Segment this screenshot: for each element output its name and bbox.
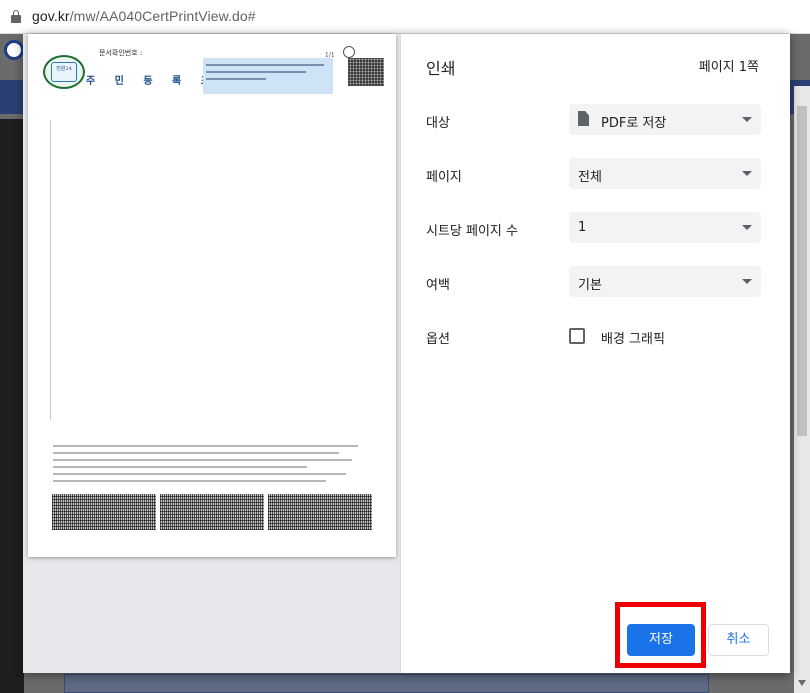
caret-down-icon [742, 171, 752, 176]
globe-icon [343, 46, 355, 58]
background-graphics-label[interactable]: 배경 그래픽 [601, 328, 665, 347]
preview-page: 민원24 문서확인번호 : 주 민 등 록 표 1/1 [28, 34, 396, 557]
doc-notes [53, 445, 371, 487]
barcode-icon [160, 494, 264, 530]
document-icon [578, 111, 589, 126]
qr-code-icon [348, 58, 384, 86]
cancel-button[interactable]: 취소 [708, 624, 769, 656]
left-panel [0, 119, 24, 693]
caret-down-icon [742, 117, 752, 122]
caret-down-icon [742, 279, 752, 284]
print-dialog: 민원24 문서확인번호 : 주 민 등 록 표 1/1 인쇄 페이지 1쪽 대상… [23, 34, 790, 673]
page-scrollbar[interactable] [794, 86, 810, 693]
dialog-title: 인쇄 [426, 59, 456, 78]
margins-label: 여백 [426, 278, 450, 293]
destination-label: 대상 [426, 116, 450, 131]
scrollbar-thumb[interactable] [797, 106, 807, 436]
print-preview: 민원24 문서확인번호 : 주 민 등 록 표 1/1 [23, 34, 400, 673]
address-bar[interactable]: gov.kr/mw/AA040CertPrintView.do# [0, 0, 810, 34]
seal-text: 민원24 [56, 66, 72, 72]
options-label: 옵션 [426, 332, 450, 347]
doc-margin-line [50, 120, 51, 420]
barcode-icon [52, 494, 156, 530]
doc-issuer-line [203, 86, 333, 94]
doc-title: 주 민 등 록 표 [86, 76, 218, 87]
lock-icon[interactable] [11, 10, 21, 23]
url-text[interactable]: gov.kr/mw/AA040CertPrintView.do# [32, 8, 256, 24]
margins-select[interactable]: 기본 [569, 266, 761, 297]
site-logo-icon [4, 40, 24, 60]
pages-label: 페이지 [426, 170, 462, 185]
barcode-icon [268, 494, 372, 530]
page-count: 페이지 1쪽 [698, 60, 759, 75]
pages-per-sheet-select[interactable]: 1 [569, 212, 761, 243]
doc-certification-text [203, 58, 333, 86]
bottom-strip [64, 674, 709, 693]
pages-select[interactable]: 전체 [569, 158, 761, 189]
pages-per-sheet-label: 시트당 페이지 수 [426, 224, 518, 239]
destination-select[interactable]: PDF로 저장 [569, 104, 761, 135]
print-settings-panel: 인쇄 페이지 1쪽 대상 PDF로 저장 페이지 전체 시트당 페이지 수 1 … [400, 34, 790, 673]
background-graphics-checkbox[interactable] [569, 328, 585, 344]
scroll-down-icon[interactable] [798, 680, 806, 686]
caret-down-icon [742, 225, 752, 230]
save-button-highlight [615, 602, 706, 668]
doc-barcodes [52, 494, 374, 532]
doc-confirm-number-label: 문서확인번호 : [99, 49, 143, 57]
header-bar [0, 80, 24, 114]
seal-icon: 민원24 [43, 55, 85, 89]
